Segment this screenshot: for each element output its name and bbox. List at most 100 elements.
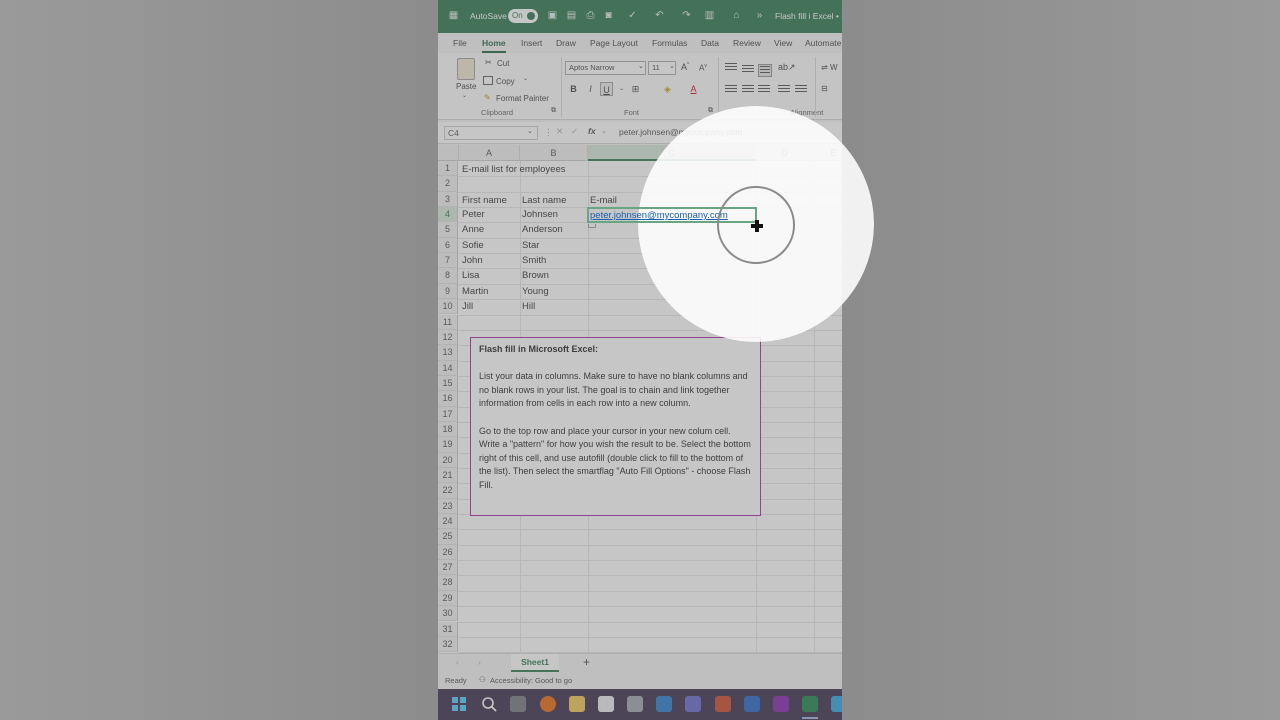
name-box-chevron-icon[interactable]: ⌄ (527, 127, 533, 135)
tab-review[interactable]: Review (733, 38, 761, 48)
row-header[interactable]: 31 (438, 621, 458, 637)
accessibility-status[interactable]: Accessibility: Good to go (490, 676, 572, 685)
cell-a3-header[interactable]: First name (462, 193, 507, 208)
tab-insert[interactable]: Insert (521, 38, 542, 48)
row-header[interactable]: 27 (438, 560, 458, 576)
paste-icon[interactable] (457, 58, 475, 80)
column-header-c[interactable]: C (588, 145, 756, 161)
check-icon[interactable]: ✓ (626, 10, 639, 22)
store-icon[interactable] (598, 696, 614, 712)
cell-last-name[interactable]: Brown (522, 268, 549, 283)
decrease-font-icon[interactable]: Av (699, 63, 707, 73)
align-center-icon[interactable] (742, 85, 754, 95)
row-header[interactable]: 17 (438, 406, 458, 422)
copy-dropdown-icon[interactable]: ⌄ (523, 75, 528, 82)
cell-last-name[interactable]: Star (522, 238, 539, 253)
onenote-icon[interactable] (773, 696, 789, 712)
underline-dropdown-icon[interactable]: ⌄ (615, 82, 628, 96)
autofill-options-icon[interactable] (588, 224, 596, 228)
tab-draw[interactable]: Draw (556, 38, 576, 48)
format-painter-button[interactable]: Format Painter (496, 94, 549, 103)
autosave-toggle[interactable]: On (508, 9, 538, 23)
row-header[interactable]: 29 (438, 590, 458, 607)
column-header-a[interactable]: A (459, 145, 520, 161)
cell-a1-title[interactable]: E-mail list for employees (462, 162, 565, 177)
clipboard-icon[interactable]: ▥ (703, 10, 716, 22)
italic-icon[interactable]: I (584, 82, 597, 96)
form-icon[interactable]: ▤ (565, 10, 578, 22)
cell-first-name[interactable]: Lisa (462, 268, 479, 283)
row-header[interactable]: 26 (438, 544, 458, 561)
open-folder-icon[interactable]: ⌂ (730, 10, 743, 22)
row-header[interactable]: 28 (438, 575, 458, 591)
column-header-d[interactable]: D (756, 145, 814, 161)
align-middle-icon[interactable] (742, 65, 754, 75)
bold-icon[interactable]: B (567, 82, 580, 96)
instruction-textbox[interactable]: Flash fill in Microsoft Excel: List your… (470, 337, 761, 516)
row-header[interactable]: 6 (438, 237, 458, 254)
borders-icon[interactable]: ⊞ (629, 82, 642, 96)
undo-icon[interactable]: ↶ (653, 10, 666, 22)
row-header[interactable]: 2 (438, 176, 458, 192)
cell-first-name[interactable]: Anne (462, 222, 484, 237)
row-header[interactable]: 23 (438, 498, 458, 515)
redo-icon[interactable]: ↷ (680, 10, 693, 22)
decrease-indent-icon[interactable] (778, 85, 790, 95)
orientation-icon[interactable]: ab↗ (778, 62, 796, 73)
previous-sheet-icon[interactable]: ‹ (456, 657, 459, 667)
camera-icon[interactable] (627, 696, 643, 712)
tab-formulas[interactable]: Formulas (652, 38, 687, 48)
row-header[interactable]: 4 (438, 207, 458, 223)
name-box[interactable]: C4 (444, 126, 538, 140)
row-header[interactable]: 16 (438, 391, 458, 407)
underline-icon[interactable]: U (600, 82, 613, 96)
cell-first-name[interactable]: Peter (462, 207, 485, 222)
row-header[interactable]: 14 (438, 360, 458, 376)
cell-last-name[interactable]: Anderson (522, 222, 563, 237)
row-header[interactable]: 20 (438, 452, 458, 468)
cell-c3-header[interactable]: E-mail (590, 193, 617, 208)
wrap-text-button[interactable]: ⇌ W (821, 63, 838, 72)
merge-center-icon[interactable]: ⊟ (821, 84, 828, 93)
insert-function-button[interactable]: fx (588, 126, 596, 136)
tab-automate[interactable]: Automate (805, 38, 841, 48)
tab-page-layout[interactable]: Page Layout (590, 38, 638, 48)
cell-last-name[interactable]: Johnsen (522, 207, 558, 222)
word-icon[interactable] (744, 696, 760, 712)
tab-home[interactable]: Home (482, 38, 506, 53)
copy-button[interactable]: Copy (496, 77, 515, 86)
font-size-chevron-icon[interactable]: ⌄ (669, 62, 675, 70)
row-header[interactable]: 32 (438, 636, 458, 653)
confirm-entry-icon[interactable]: ✓ (571, 126, 578, 137)
row-header[interactable]: 5 (438, 222, 458, 238)
cell-first-name[interactable]: Sofie (462, 238, 484, 253)
row-header[interactable]: 30 (438, 606, 458, 622)
column-header-e[interactable]: E (814, 145, 842, 161)
camera-icon[interactable]: ◙ (602, 10, 615, 22)
row-header[interactable]: 24 (438, 514, 458, 530)
row-header[interactable]: 21 (438, 468, 458, 484)
firefox-icon[interactable] (540, 696, 556, 712)
cell-last-name[interactable]: Smith (522, 253, 546, 268)
increase-indent-icon[interactable] (795, 85, 807, 95)
row-header[interactable]: 11 (438, 314, 458, 330)
row-header[interactable]: 12 (438, 329, 458, 346)
font-name-chevron-icon[interactable]: ⌄ (638, 62, 644, 70)
tab-view[interactable]: View (774, 38, 792, 48)
row-header[interactable]: 13 (438, 345, 458, 361)
add-sheet-button[interactable]: + (583, 655, 590, 669)
row-header[interactable]: 22 (438, 483, 458, 499)
row-header[interactable]: 15 (438, 375, 458, 392)
row-header[interactable]: 7 (438, 253, 458, 269)
excel-icon[interactable] (802, 696, 818, 712)
sheet-tab-sheet1[interactable]: Sheet1 (511, 654, 559, 672)
clipboard-launcher-icon[interactable]: ⧉ (551, 107, 556, 115)
select-all-corner[interactable] (438, 145, 459, 161)
cell-first-name[interactable]: Jill (462, 299, 473, 314)
row-header[interactable]: 3 (438, 191, 458, 208)
cell-last-name[interactable]: Hill (522, 299, 535, 314)
teams-icon[interactable] (685, 696, 701, 712)
fx-chevron-icon[interactable]: ⌄ (601, 127, 607, 135)
powerpoint-icon[interactable] (715, 696, 731, 712)
font-launcher-icon[interactable]: ⧉ (708, 107, 713, 115)
